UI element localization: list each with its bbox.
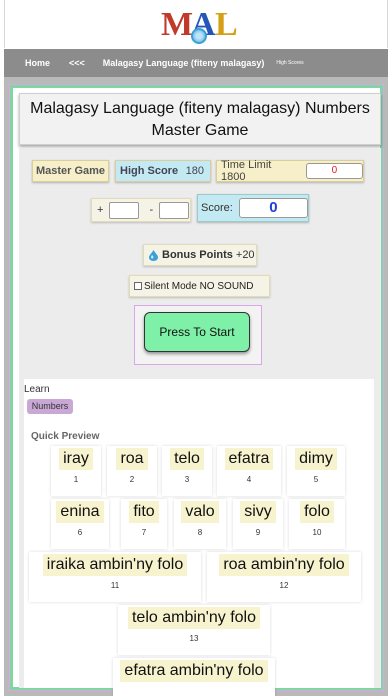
number-card[interactable]: telo 3 bbox=[162, 446, 212, 496]
card-number: 9 bbox=[255, 528, 261, 537]
card-number: 10 bbox=[312, 528, 322, 537]
number-card[interactable]: roa 2 bbox=[107, 446, 157, 496]
score-value: 0 bbox=[238, 198, 308, 218]
nav-language-link[interactable]: Malagasy Language (fiteny malagasy) bbox=[103, 58, 265, 68]
number-card[interactable]: fito 7 bbox=[121, 499, 167, 549]
number-card[interactable]: iray 1 bbox=[51, 446, 101, 496]
page-box: Malagasy Language (fiteny malagasy) Numb… bbox=[9, 84, 384, 696]
timer-value: 0 bbox=[305, 163, 363, 179]
time-limit-box: Time Limit 1800 0 bbox=[216, 159, 364, 183]
card-word: sivy bbox=[240, 501, 276, 523]
logo-letter-l: L bbox=[215, 6, 238, 43]
quick-preview-title: Quick Preview bbox=[31, 431, 100, 442]
plus-sign: + bbox=[97, 204, 104, 216]
operand-2-input[interactable] bbox=[159, 201, 190, 219]
card-word: efatra ambin'ny folo bbox=[120, 660, 268, 682]
card-number: 11 bbox=[110, 581, 120, 590]
number-card[interactable]: iraika ambin'ny folo 11 bbox=[29, 552, 201, 602]
card-word: valo bbox=[181, 501, 219, 523]
number-card[interactable]: sivy 9 bbox=[233, 499, 283, 549]
learn-section: Learn Numbers Quick Preview iray 1 roa 2… bbox=[24, 379, 374, 696]
card-word: telo bbox=[170, 448, 204, 470]
card-number: 3 bbox=[184, 475, 190, 484]
card-word: iraika ambin'ny folo bbox=[42, 554, 188, 576]
number-card[interactable]: dimy 5 bbox=[287, 446, 345, 496]
nav-high-scores-link[interactable]: High Scores bbox=[276, 60, 303, 66]
content-frame: Malagasy Language (fiteny malagasy) Numb… bbox=[4, 77, 388, 696]
card-number: 4 bbox=[246, 475, 252, 484]
card-word: roa bbox=[116, 448, 148, 470]
number-card[interactable]: valo 8 bbox=[174, 499, 226, 549]
card-number: 8 bbox=[197, 528, 203, 537]
page-title: Malagasy Language (fiteny malagasy) Numb… bbox=[19, 93, 381, 145]
card-word: enina bbox=[56, 501, 104, 523]
card-number: 13 bbox=[189, 634, 199, 643]
card-word: dimy bbox=[295, 448, 337, 470]
high-score-badge: High Score 180 bbox=[115, 160, 211, 182]
card-number: 12 bbox=[279, 581, 289, 590]
numbers-tag[interactable]: Numbers bbox=[27, 399, 73, 414]
water-drop-icon bbox=[149, 249, 158, 261]
nav-home-link[interactable]: Home bbox=[25, 58, 50, 68]
number-card[interactable]: telo ambin'ny folo 13 bbox=[118, 605, 270, 655]
number-card[interactable]: efatra 4 bbox=[217, 446, 281, 496]
card-word: folo bbox=[300, 501, 334, 523]
bonus-points-label: Bonus Points bbox=[162, 249, 233, 261]
number-card[interactable]: efatra ambin'ny folo bbox=[113, 658, 275, 696]
learn-title: Learn bbox=[24, 384, 50, 395]
card-number: 1 bbox=[73, 475, 79, 484]
bonus-points-box: Bonus Points +20 bbox=[143, 244, 257, 266]
card-number: 7 bbox=[141, 528, 147, 537]
bonus-points-value: +20 bbox=[235, 249, 255, 261]
silent-mode-label: Silent Mode NO SOUND bbox=[144, 280, 254, 292]
operand-1-input[interactable] bbox=[109, 201, 140, 219]
game-area: Master Game High Score 180 Time Limit 18… bbox=[19, 148, 381, 696]
start-button-wrapper: Press To Start bbox=[134, 305, 262, 365]
card-word: fito bbox=[129, 501, 159, 523]
logo-letter-m: M bbox=[161, 6, 194, 43]
silent-mode-toggle[interactable]: Silent Mode NO SOUND bbox=[129, 275, 270, 297]
number-card[interactable]: enina 6 bbox=[51, 499, 109, 549]
card-number: 5 bbox=[313, 475, 319, 484]
mal-logo[interactable]: M A L bbox=[161, 5, 241, 45]
start-button[interactable]: Press To Start bbox=[144, 312, 250, 352]
card-word: telo ambin'ny folo bbox=[127, 607, 260, 629]
card-number: 6 bbox=[77, 528, 83, 537]
nav-back-link[interactable]: <<< bbox=[69, 58, 85, 68]
card-number: 2 bbox=[129, 475, 135, 484]
equation-box: + - bbox=[91, 198, 191, 222]
logo-bar: M A L bbox=[4, 0, 388, 48]
mode-label: Master Game bbox=[32, 160, 109, 182]
nav-bar: Home <<< Malagasy Language (fiteny malag… bbox=[4, 49, 388, 77]
card-word: roa ambin'ny folo bbox=[219, 554, 349, 576]
high-score-value: 180 bbox=[185, 165, 204, 177]
logo-globe-icon bbox=[191, 28, 207, 44]
high-score-label: High Score bbox=[120, 165, 179, 177]
time-limit-label: Time Limit 1800 bbox=[221, 159, 272, 183]
card-word: efatra bbox=[224, 448, 274, 470]
score-box: Score: 0 bbox=[197, 194, 309, 222]
score-label: Score: bbox=[201, 202, 233, 214]
card-word: iray bbox=[59, 448, 93, 470]
minus-sign: - bbox=[149, 204, 154, 216]
number-card[interactable]: folo 10 bbox=[289, 499, 345, 549]
silent-mode-checkbox[interactable] bbox=[134, 282, 142, 290]
number-card[interactable]: roa ambin'ny folo 12 bbox=[207, 552, 361, 602]
